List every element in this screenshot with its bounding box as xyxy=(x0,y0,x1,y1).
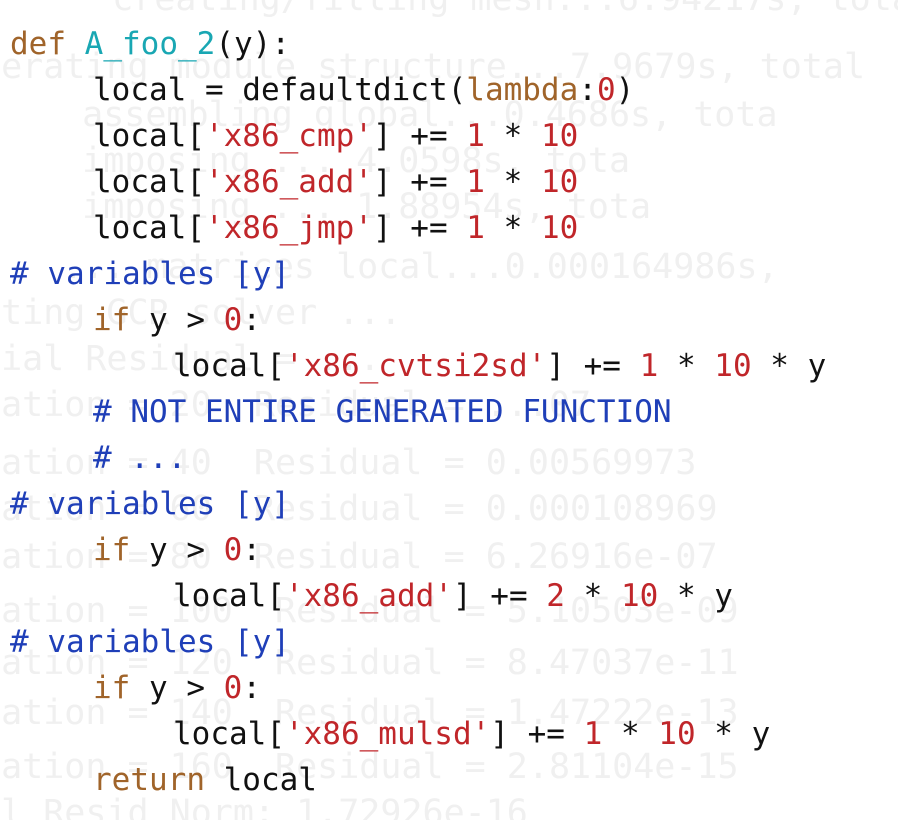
code-line-def: def A_foo_2(y): xyxy=(10,21,290,67)
close-bracket: ] xyxy=(372,210,392,246)
comment-variables: # variables [y] xyxy=(10,256,290,292)
close-bracket: ] xyxy=(490,716,509,752)
keyword-if: if xyxy=(93,302,131,338)
close-bracket: ] xyxy=(452,578,472,614)
code-line-add: local['x86_add'] += 1 * 10 xyxy=(93,159,578,205)
plus-eq: += xyxy=(508,716,584,752)
number-literal: 0 xyxy=(223,670,243,706)
number-literal: 10 xyxy=(620,578,659,614)
keyword-lambda: lambda xyxy=(466,72,579,108)
local-assign: local = defaultdict( xyxy=(93,72,467,108)
close-bracket: ] xyxy=(372,118,392,154)
number-literal: 1 xyxy=(466,164,485,200)
close-bracket: ] xyxy=(546,348,565,384)
number-literal: 10 xyxy=(714,348,752,384)
keyword-if: if xyxy=(93,670,131,706)
plus-eq: += xyxy=(391,210,467,246)
keyword-if: if xyxy=(93,532,131,568)
string-literal: 'x86_mulsd' xyxy=(284,716,491,752)
comment-not-entire: # NOT ENTIRE GENERATED FUNCTION xyxy=(93,394,672,430)
string-literal: 'x86_add' xyxy=(284,578,453,614)
code-line-add-y: local['x86_add'] += 2 * 10 * y xyxy=(173,573,733,619)
colon: : xyxy=(242,670,261,706)
plus-eq: += xyxy=(391,118,467,154)
local-open: local[ xyxy=(93,164,205,200)
variable-y: y xyxy=(751,716,771,752)
number-literal: 1 xyxy=(583,716,603,752)
comment-variables: # variables [y] xyxy=(10,486,290,522)
code-line-if: if y > 0: xyxy=(93,527,261,573)
condition: y > xyxy=(130,302,224,338)
code-line-comment: # NOT ENTIRE GENERATED FUNCTION xyxy=(93,389,672,435)
number-literal: 0 xyxy=(223,532,243,568)
string-literal: 'x86_jmp' xyxy=(204,210,373,246)
number-literal: 1 xyxy=(466,118,485,154)
close-paren: ) xyxy=(615,72,635,108)
times-op: * xyxy=(658,578,715,614)
local-open: local[ xyxy=(173,716,285,752)
code-line-local-init: local = defaultdict(lambda:0) xyxy=(93,67,634,113)
number-literal: 1 xyxy=(639,348,659,384)
code-line-comment: # ... xyxy=(93,435,186,481)
string-literal: 'x86_cvtsi2sd' xyxy=(284,348,547,384)
code-line-cvtsi2sd: local['x86_cvtsi2sd'] += 1 * 10 * y xyxy=(173,343,826,389)
code-line-cmp: local['x86_cmp'] += 1 * 10 xyxy=(93,113,578,159)
plus-eq: += xyxy=(564,348,640,384)
number-literal: 2 xyxy=(546,578,565,614)
times-op: * xyxy=(658,348,715,384)
plus-eq: += xyxy=(471,578,547,614)
times-op: * xyxy=(751,348,808,384)
keyword-def: def xyxy=(10,26,66,62)
comment-ellipsis: # ... xyxy=(93,440,187,476)
number-literal: 10 xyxy=(540,118,579,154)
code-line-if: if y > 0: xyxy=(93,297,261,343)
number-literal: 10 xyxy=(658,716,696,752)
function-name: A_foo_2 xyxy=(84,26,216,62)
condition: y > xyxy=(130,670,224,706)
local-open: local[ xyxy=(93,210,205,246)
number-literal: 0 xyxy=(223,302,243,338)
code-line-comment: # variables [y] xyxy=(10,619,290,665)
number-literal: 10 xyxy=(540,164,579,200)
number-literal: 10 xyxy=(540,210,579,246)
variable-y: y xyxy=(714,578,733,614)
code-block: def A_foo_2(y): local = defaultdict(lamb… xyxy=(0,0,898,820)
code-line-if: if y > 0: xyxy=(93,665,261,711)
colon: : xyxy=(242,302,261,338)
code-line-mulsd: local['x86_mulsd'] += 1 * 10 * y xyxy=(173,711,770,757)
local-open: local[ xyxy=(173,348,285,384)
plus-eq: += xyxy=(391,164,467,200)
keyword-return: return xyxy=(93,762,205,798)
times-op: * xyxy=(602,716,659,752)
close-bracket: ] xyxy=(372,164,392,200)
times-op: * xyxy=(484,210,541,246)
comment-variables: # variables [y] xyxy=(10,624,290,660)
local-open: local[ xyxy=(93,118,205,154)
return-value: local xyxy=(204,762,317,798)
local-open: local[ xyxy=(173,578,285,614)
code-line-comment: # variables [y] xyxy=(10,251,290,297)
variable-y: y xyxy=(807,348,827,384)
lambda-colon: : xyxy=(578,72,597,108)
colon: : xyxy=(242,532,261,568)
number-literal: 1 xyxy=(466,210,485,246)
times-op: * xyxy=(564,578,621,614)
code-screenshot: creating/filling mesh...6.94217s, tota n… xyxy=(0,0,898,820)
string-literal: 'x86_add' xyxy=(204,164,373,200)
condition: y > xyxy=(130,532,224,568)
code-line-return: return local xyxy=(93,757,317,803)
code-line-jmp: local['x86_jmp'] += 1 * 10 xyxy=(93,205,578,251)
code-line-comment: # variables [y] xyxy=(10,481,290,527)
times-op: * xyxy=(484,164,541,200)
times-op: * xyxy=(484,118,541,154)
number-literal: 0 xyxy=(596,72,616,108)
def-params: (y): xyxy=(215,26,290,62)
times-op: * xyxy=(695,716,752,752)
string-literal: 'x86_cmp' xyxy=(204,118,373,154)
